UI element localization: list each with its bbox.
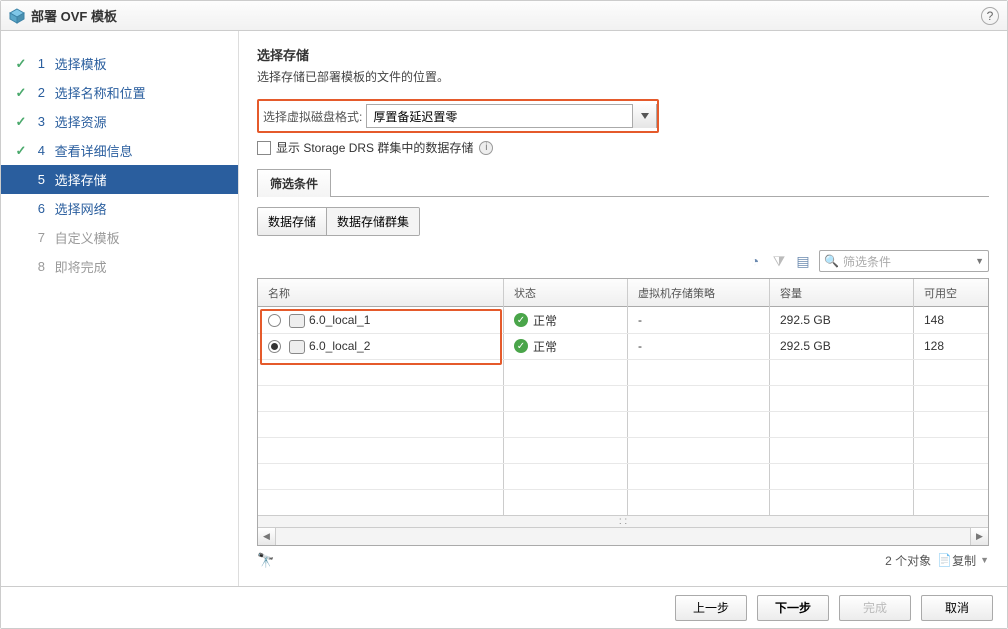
radio-selected-icon[interactable] — [268, 340, 281, 353]
disk-format-value: 厚置备延迟置零 — [367, 108, 632, 125]
dialog-title: 部署 OVF 模板 — [31, 6, 117, 25]
table-row-capacity: 292.5 GB — [770, 307, 913, 333]
table-row-free: 148 — [914, 307, 988, 333]
back-button[interactable]: 上一步 — [675, 595, 747, 621]
filter-funnel-icon: ⧩ — [771, 253, 787, 269]
checkbox-icon[interactable] — [257, 141, 271, 155]
col-status-header[interactable]: 状态 — [504, 279, 627, 307]
ovf-cube-icon — [9, 8, 25, 24]
subtab-datastores[interactable]: 数据存储 — [258, 208, 326, 235]
table-row-status: ✓正常 — [504, 333, 627, 359]
object-count: 2 个对象 — [885, 552, 931, 569]
table-row-policy: - — [628, 307, 769, 333]
horizontal-scrollbar[interactable]: ◀ ▶ — [258, 527, 988, 545]
radio-unselected-icon[interactable] — [268, 314, 281, 327]
scroll-right-icon[interactable]: ▶ — [970, 528, 988, 545]
chevron-down-icon[interactable]: ▼ — [980, 555, 989, 565]
col-policy-header[interactable]: 虚拟机存储策略 — [628, 279, 769, 307]
chevron-down-icon[interactable] — [632, 104, 656, 128]
filter-input[interactable]: 🔍 筛选条件 ▼ — [819, 250, 989, 272]
grid-footer: 🔭 2 个对象 📄 复制 ▼ — [257, 548, 989, 572]
status-ok-icon: ✓ — [514, 313, 528, 327]
datastore-grid: 名称 6.0_local_1 6.0_local_2 状态 ✓正常 ✓正常 虚拟 — [257, 278, 989, 546]
step-5[interactable]: ✓5 选择存储 — [1, 165, 238, 194]
finish-button: 完成 — [839, 595, 911, 621]
splitter-handle[interactable]: : : — [258, 515, 988, 527]
next-button[interactable]: 下一步 — [757, 595, 829, 621]
col-capacity-header[interactable]: 容量 — [770, 279, 913, 307]
dialog-footer: 上一步 下一步 完成 取消 — [1, 586, 1007, 628]
content-title: 选择存储 — [257, 45, 989, 64]
disk-format-select[interactable]: 厚置备延迟置零 — [366, 104, 657, 128]
scroll-left-icon[interactable]: ◀ — [258, 528, 276, 545]
tab-strip: 筛选条件 — [257, 168, 989, 197]
col-name-header[interactable]: 名称 — [258, 279, 503, 307]
drs-checkbox-label: 显示 Storage DRS 群集中的数据存储 — [276, 139, 473, 156]
table-toolbar: ◔ ⧩ ▤ 🔍 筛选条件 ▼ — [257, 246, 989, 278]
tab-filter[interactable]: 筛选条件 — [257, 169, 331, 197]
table-row-status: ✓正常 — [504, 307, 627, 333]
datastore-icon — [289, 314, 303, 326]
cancel-button[interactable]: 取消 — [921, 595, 993, 621]
step-3[interactable]: ✓3 选择资源 — [1, 107, 238, 136]
table-row-name[interactable]: 6.0_local_2 — [258, 333, 503, 359]
copy-icon[interactable]: 📄 — [937, 553, 952, 567]
status-ok-icon: ✓ — [514, 339, 528, 353]
chevron-down-icon[interactable]: ▼ — [975, 256, 984, 266]
help-icon[interactable]: ? — [981, 7, 999, 25]
col-free-header[interactable]: 可用空 — [914, 279, 988, 307]
title-bar: 部署 OVF 模板 ? — [1, 1, 1007, 31]
subtab-group: 数据存储 数据存储群集 — [257, 207, 420, 236]
wizard-sidebar: ✓1 选择模板 ✓2 选择名称和位置 ✓3 选择资源 ✓4 查看详细信息 ✓5 … — [1, 31, 239, 587]
table-row-name[interactable]: 6.0_local_1 — [258, 307, 503, 333]
step-4[interactable]: ✓4 查看详细信息 — [1, 136, 238, 165]
table-row-policy: - — [628, 333, 769, 359]
find-icon[interactable]: 🔭 — [257, 552, 274, 569]
copy-label[interactable]: 复制 — [952, 552, 976, 569]
disk-format-label: 选择虚拟磁盘格式: — [263, 108, 362, 125]
table-row-free: 128 — [914, 333, 988, 359]
search-icon: 🔍 — [824, 254, 839, 268]
step-7: 7 自定义模板 — [1, 223, 238, 252]
filter-placeholder: 筛选条件 — [843, 253, 975, 270]
disk-format-row: 选择虚拟磁盘格式: 厚置备延迟置零 — [257, 99, 659, 133]
subtab-ds-clusters[interactable]: 数据存储群集 — [326, 208, 419, 235]
drs-checkbox-row[interactable]: 显示 Storage DRS 群集中的数据存储 i — [257, 139, 989, 156]
table-row-capacity: 292.5 GB — [770, 333, 913, 359]
scroll-track[interactable] — [276, 528, 970, 545]
step-2[interactable]: ✓2 选择名称和位置 — [1, 78, 238, 107]
step-8: 8 即将完成 — [1, 252, 238, 281]
datastore-icon — [289, 340, 303, 352]
clock-icon[interactable]: ◔ — [747, 253, 763, 269]
info-icon[interactable]: i — [479, 141, 493, 155]
export-icon[interactable]: ▤ — [795, 253, 811, 269]
content-subtitle: 选择存储已部署模板的文件的位置。 — [257, 68, 989, 85]
step-1[interactable]: ✓1 选择模板 — [1, 49, 238, 78]
step-6[interactable]: 6 选择网络 — [1, 194, 238, 223]
